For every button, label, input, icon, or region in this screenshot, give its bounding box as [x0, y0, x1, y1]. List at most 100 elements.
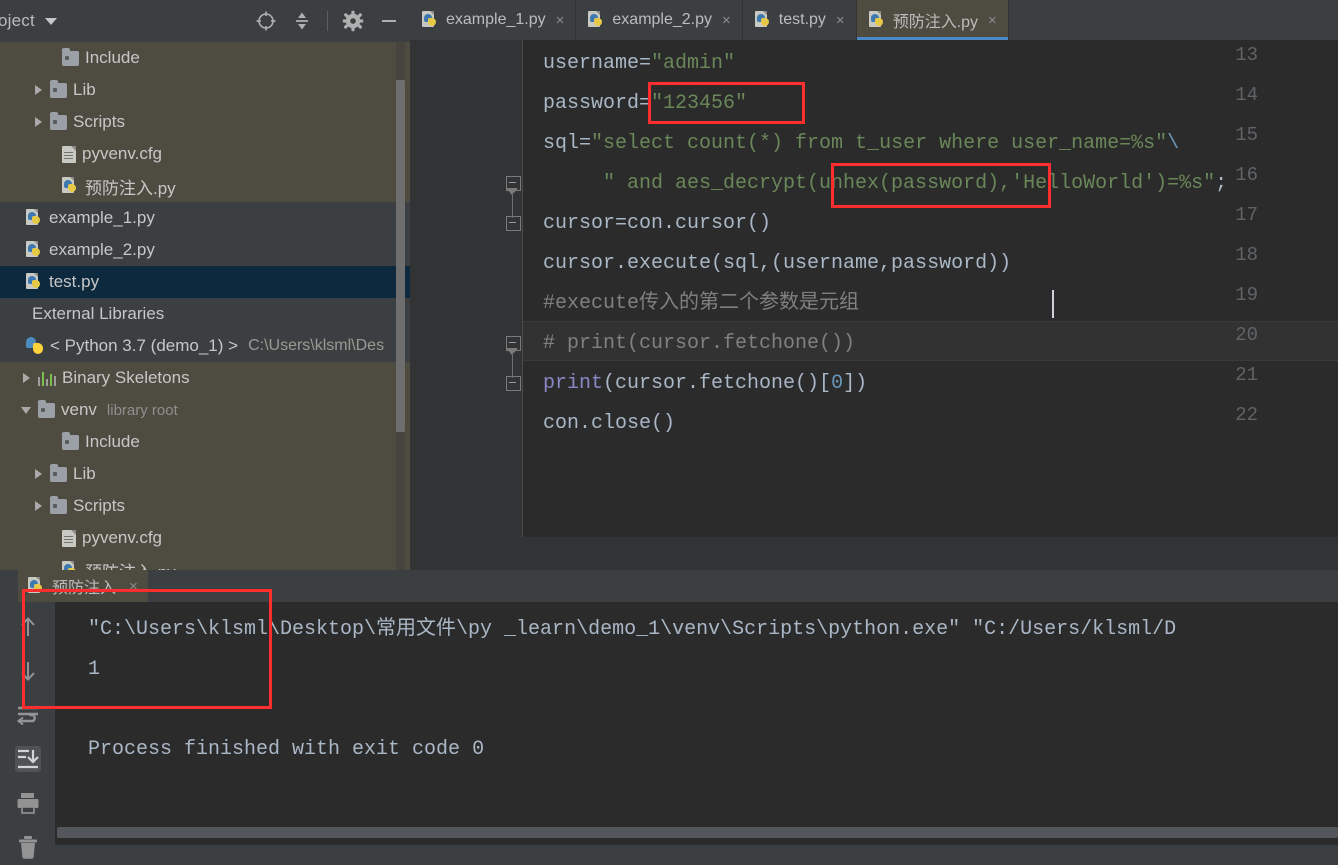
file-icon [62, 529, 76, 547]
tree-item-label: Lib [73, 464, 96, 483]
tree-item-6[interactable]: example_2.py [0, 234, 410, 266]
tree-item-8[interactable]: External Libraries [0, 298, 410, 330]
code-line-13: username="admin" [543, 44, 735, 84]
tree-item-secondary: library root [106, 401, 178, 419]
project-tree[interactable]: Include Lib Scripts pyvenv.cfg 预防注入.py exampl… [0, 42, 410, 570]
tree-item-15[interactable]: pyvenv.cfg [0, 522, 410, 554]
editor-tab-0[interactable]: example_1.py × [410, 0, 577, 40]
console-hscrollbar-thumb[interactable] [57, 827, 1338, 838]
run-console-output[interactable]: "C:\Users\klsml\Desktop\常用文件\py _learn\d… [55, 602, 1338, 845]
tree-item-1[interactable]: Lib [0, 74, 410, 106]
tree-item-label: pyvenv.cfg [82, 528, 163, 547]
tree-item-3[interactable]: pyvenv.cfg [0, 138, 410, 170]
soft-wrap-icon[interactable] [15, 702, 41, 728]
project-panel-title: oject [0, 11, 35, 30]
tree-item-11[interactable]: venv library root [0, 394, 410, 426]
chevron-right-icon[interactable] [20, 371, 34, 385]
python-file-icon [26, 273, 43, 291]
tree-item-2[interactable]: Scripts [0, 106, 410, 138]
editor-gutter[interactable] [410, 40, 523, 537]
tree-item-label: 预防注入.py [85, 558, 176, 571]
minimize-icon[interactable] [378, 10, 400, 32]
code-line-21: print(cursor.fetchone()[0]) [543, 364, 867, 404]
print-icon[interactable] [15, 790, 41, 816]
folder-icon [50, 111, 67, 130]
up-arrow-icon[interactable] [15, 614, 41, 640]
code-token-comment: #execute传入的第二个参数是元组 [543, 292, 860, 315]
code-line-16: " and aes_decrypt(unhex(password),'Hello… [543, 164, 1227, 204]
tree-item-secondary: C:\Users\klsml\Des [248, 337, 385, 354]
code-token-number: 0 [831, 372, 844, 395]
close-icon[interactable]: × [988, 12, 997, 29]
close-icon[interactable]: × [722, 12, 731, 29]
code-token: cursor.execute(sql,(username,password)) [543, 252, 1012, 275]
tree-item-12[interactable]: Include [0, 426, 410, 458]
run-tab-bar: 预防注入 × [0, 570, 1338, 602]
editor-bottom-strip [410, 537, 1338, 570]
code-line-17: cursor=con.cursor() [543, 204, 771, 244]
tree-item-14[interactable]: Scripts [0, 490, 410, 522]
tree-item-label: < Python 3.7 (demo_1) > [50, 336, 239, 355]
fold-marker-line-16[interactable] [506, 216, 521, 231]
fold-marker-line-15[interactable] [506, 176, 521, 195]
tree-item-16[interactable]: 预防注入.py [0, 554, 410, 570]
project-tree-scrollbar-thumb[interactable] [396, 80, 405, 432]
editor-tab-label: example_1.py [446, 11, 546, 28]
folder-icon [50, 495, 67, 514]
tree-item-13[interactable]: Lib [0, 458, 410, 490]
tree-item-7[interactable]: test.py [0, 266, 410, 298]
tree-item-9[interactable]: < Python 3.7 (demo_1) > C:\Users\klsml\De… [0, 330, 410, 362]
code-token: cursor=con.cursor() [543, 212, 772, 235]
fold-marker-line-19[interactable] [506, 336, 521, 355]
gear-icon[interactable] [342, 10, 364, 32]
tree-item-5[interactable]: example_1.py [0, 202, 410, 234]
code-token-comment: # print(cursor.fetchone()) [543, 332, 856, 355]
run-tab-预防注入[interactable]: 预防注入 × [18, 570, 148, 602]
tree-item-label: External Libraries [32, 304, 165, 323]
pycharm-window: oject Include Lib Scripts pyvenv.cfg 预防注入.py… [0, 0, 1338, 859]
tree-arrow-placeholder [44, 531, 58, 545]
code-line-19: #execute传入的第二个参数是元组 [543, 284, 859, 324]
fold-marker-line-20[interactable] [506, 376, 521, 391]
collapse-all-icon[interactable] [291, 10, 313, 32]
chevron-right-icon[interactable] [32, 467, 46, 481]
close-icon[interactable]: × [836, 12, 845, 29]
tree-item-label: example_2.py [49, 240, 155, 259]
chevron-right-icon[interactable] [32, 499, 46, 513]
editor-tab-1[interactable]: example_2.py × [576, 0, 743, 40]
chevron-down-icon[interactable] [44, 17, 57, 25]
locate-target-icon[interactable] [255, 10, 277, 32]
tree-item-label: Include [85, 432, 140, 451]
tree-item-0[interactable]: Include [0, 42, 410, 74]
console-line-0: "C:\Users\klsml\Desktop\常用文件\py _learn\d… [88, 618, 1177, 641]
python-interpreter-icon [26, 337, 44, 355]
tree-arrow-placeholder [8, 339, 22, 353]
down-arrow-icon[interactable] [15, 658, 41, 684]
editor-tab-3[interactable]: 预防注入.py × [856, 0, 1009, 40]
text-caret [1052, 290, 1054, 318]
tree-item-4[interactable]: 预防注入.py [0, 170, 410, 202]
tree-item-10[interactable]: Binary Skeletons [0, 362, 410, 394]
scroll-to-end-icon[interactable] [14, 746, 41, 772]
code-editor[interactable]: 13 14 15 16 17 18 19 20 21 22 username="admin" pa… [410, 40, 1338, 537]
python-file-icon [422, 11, 439, 29]
tree-arrow-placeholder [44, 563, 58, 570]
tree-arrow-placeholder [8, 211, 22, 225]
trash-icon[interactable] [15, 834, 41, 860]
tree-arrow-placeholder [8, 307, 22, 321]
chevron-down-icon[interactable] [20, 403, 34, 417]
python-file-icon [26, 241, 43, 259]
code-text-area[interactable]: username="admin" password="123456" sql="… [523, 40, 1338, 537]
code-token: ]) [843, 372, 868, 395]
chevron-right-icon[interactable] [32, 83, 46, 97]
project-panel-header: oject [0, 0, 410, 43]
tree-item-label: 预防注入.py [85, 178, 176, 198]
editor-tab-label: 预防注入.py [892, 14, 979, 31]
close-icon[interactable]: × [556, 12, 565, 29]
python-file-icon [62, 561, 79, 570]
close-icon[interactable]: × [129, 578, 138, 595]
editor-tab-label: example_2.py [612, 11, 713, 28]
code-token-builtin: print [543, 372, 604, 395]
chevron-right-icon[interactable] [32, 115, 46, 129]
editor-tab-2[interactable]: test.py × [743, 0, 857, 40]
